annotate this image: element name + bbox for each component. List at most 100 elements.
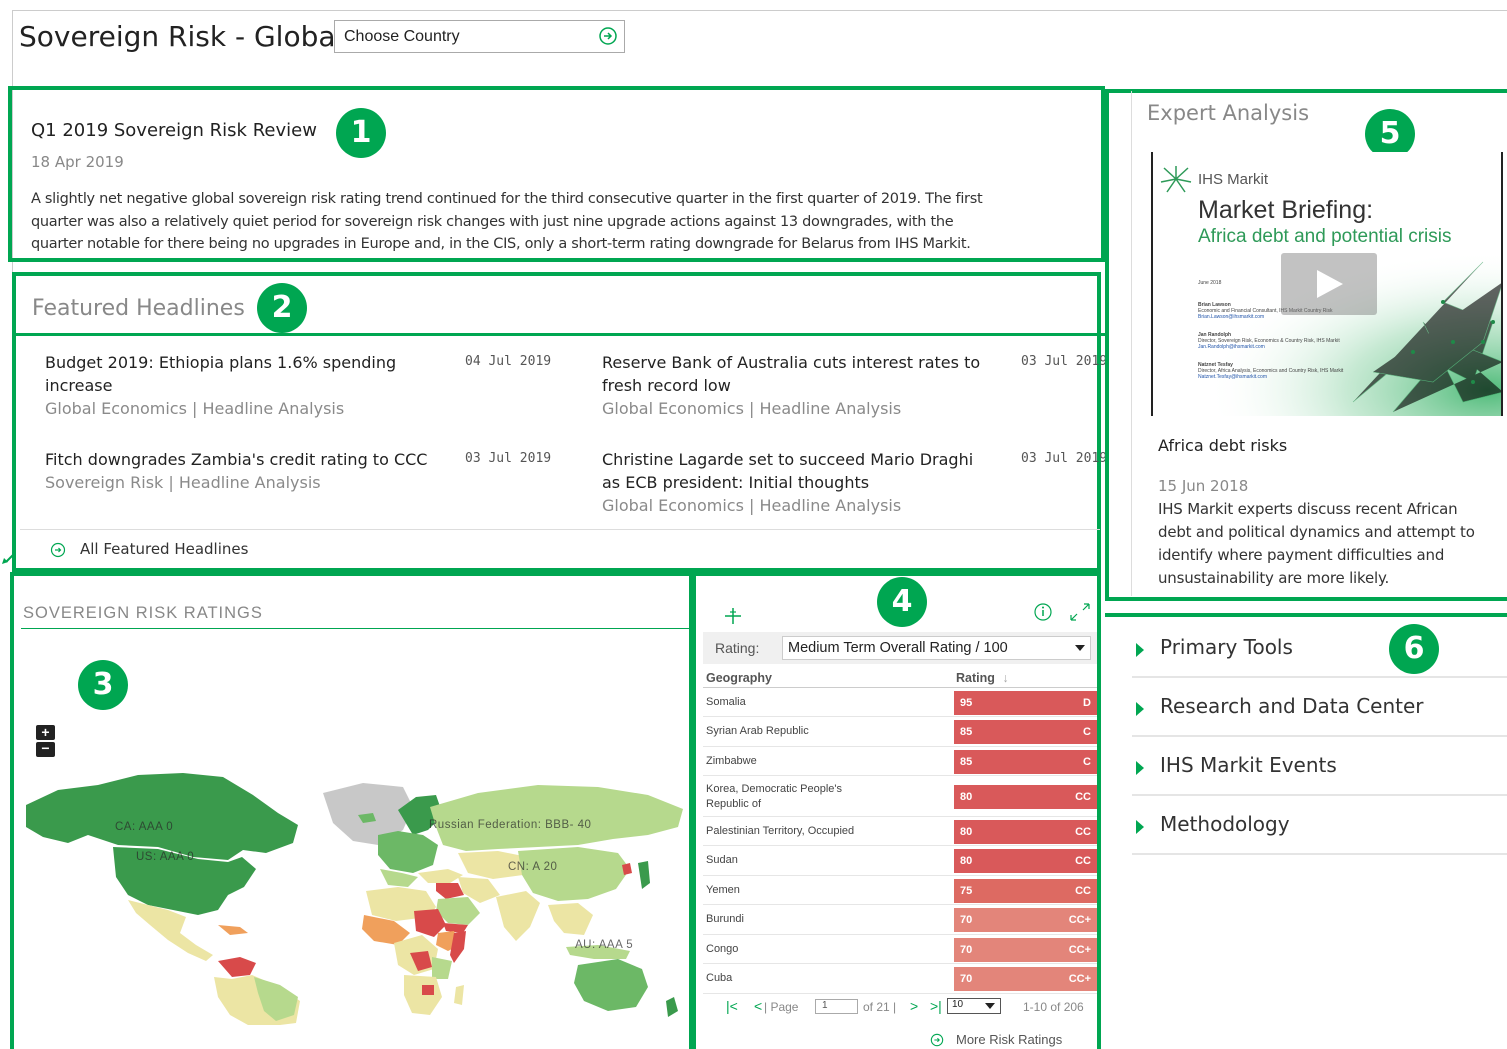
geography-name: Congo bbox=[706, 943, 739, 955]
page-range: 1-10 of 206 bbox=[1023, 1000, 1084, 1014]
map-title-rule bbox=[21, 628, 691, 629]
map-region-japan bbox=[638, 861, 650, 889]
col-header-rating[interactable]: Rating ↓ bbox=[956, 671, 1009, 685]
country-select[interactable]: Choose Country bbox=[334, 20, 625, 53]
table-row[interactable]: Congo 70 CC+ bbox=[703, 935, 1097, 964]
rating-value: 80 bbox=[960, 791, 973, 803]
map-label-us: US: AAA 0 bbox=[136, 851, 195, 863]
rating-grade: C bbox=[1083, 726, 1091, 738]
world-map[interactable] bbox=[18, 765, 690, 1025]
expand-icon[interactable] bbox=[1069, 602, 1091, 622]
table-row[interactable]: Palestinian Territory, Occupied 80 CC bbox=[703, 817, 1097, 846]
prev-page-button[interactable]: < bbox=[754, 998, 762, 1014]
tool-methodology[interactable]: Methodology bbox=[1132, 796, 1507, 855]
geography-name: Syrian Arab Republic bbox=[706, 725, 809, 737]
per-page-select[interactable]: 10 bbox=[947, 998, 1001, 1014]
arrow-circle-icon bbox=[930, 1033, 944, 1047]
map-region-australia bbox=[574, 959, 648, 1011]
headline-title: Budget 2019: Ethiopia plans 1.6% spendin… bbox=[45, 353, 397, 372]
headline-title: Fitch downgrades Zambia's credit rating … bbox=[45, 450, 428, 469]
table-row[interactable]: Somalia 95 D bbox=[703, 688, 1097, 717]
tool-research-data-center[interactable]: Research and Data Center bbox=[1132, 678, 1507, 737]
page-of: of 21 | bbox=[863, 1000, 897, 1014]
desc-line: unsustainability are more likely. bbox=[1158, 569, 1390, 587]
review-body-line: A slightly net negative global sovereign… bbox=[31, 191, 983, 207]
page-label: | Page bbox=[764, 1000, 799, 1014]
desc-line: identify where payment difficulties and bbox=[1158, 546, 1445, 564]
expert-article-date: 15 Jun 2018 bbox=[1158, 477, 1249, 495]
page-input[interactable]: 1 bbox=[815, 999, 858, 1014]
table-row[interactable]: Cuba 70 CC+ bbox=[703, 964, 1097, 994]
per-page-value: 10 bbox=[952, 999, 964, 1010]
headline-item[interactable]: Christine Lagarde set to succeed Mario D… bbox=[602, 448, 1002, 517]
rating-value: 70 bbox=[960, 973, 973, 985]
video-thumbnail[interactable]: IHS Markit Market Briefing: Africa debt … bbox=[1151, 152, 1503, 416]
callout-3: 3 bbox=[78, 660, 128, 710]
map-region-venezuela bbox=[218, 957, 256, 977]
geography-cell: Sudan bbox=[706, 853, 738, 868]
headline-title: Reserve Bank of Australia cuts interest … bbox=[602, 353, 981, 372]
col-header-geography[interactable]: Geography bbox=[706, 671, 772, 685]
rating-value: 70 bbox=[960, 914, 973, 926]
speaker-email: Natznet.Tesfay@ihsmarkit.com bbox=[1198, 374, 1267, 380]
zoom-in-button[interactable]: + bbox=[36, 725, 55, 740]
map-region-madagascar bbox=[454, 985, 464, 1005]
map-region-india bbox=[496, 891, 540, 941]
table-row[interactable]: Korea, Democratic People's Republic of 80 C… bbox=[703, 776, 1097, 817]
info-icon[interactable] bbox=[1033, 602, 1053, 622]
tool-primary-tools[interactable]: Primary Tools bbox=[1132, 619, 1507, 678]
geography-name: Zimbabwe bbox=[706, 755, 757, 767]
rating-grade: CC bbox=[1075, 885, 1091, 897]
play-button[interactable] bbox=[1281, 253, 1377, 315]
table-row[interactable]: Zimbabwe 85 C bbox=[703, 747, 1097, 776]
map-region-russia bbox=[430, 785, 683, 851]
geography-cell: Burundi bbox=[706, 912, 744, 927]
headlines-divider bbox=[20, 529, 1100, 530]
review-title[interactable]: Q1 2019 Sovereign Risk Review bbox=[31, 120, 317, 141]
map-label-ca: CA: AAA 0 bbox=[115, 821, 174, 833]
rating-bar: 70 CC+ bbox=[954, 938, 1097, 962]
expert-article-title[interactable]: Africa debt risks bbox=[1158, 436, 1287, 455]
all-headlines-label: All Featured Headlines bbox=[80, 540, 249, 558]
add-icon[interactable] bbox=[723, 606, 743, 626]
geography-cell: Syrian Arab Republic bbox=[706, 724, 809, 739]
rating-value: 80 bbox=[960, 855, 973, 867]
ihs-logo-icon bbox=[1160, 166, 1192, 193]
next-page-button[interactable]: > bbox=[910, 998, 918, 1014]
table-row[interactable]: Burundi 70 CC+ bbox=[703, 905, 1097, 935]
table-row[interactable]: Yemen 75 CC bbox=[703, 876, 1097, 905]
rating-value: 75 bbox=[960, 885, 973, 897]
headline-item[interactable]: Budget 2019: Ethiopia plans 1.6% spendin… bbox=[45, 351, 465, 420]
headline-item[interactable]: Reserve Bank of Australia cuts interest … bbox=[602, 351, 1002, 420]
table-row[interactable]: Syrian Arab Republic 85 C bbox=[703, 717, 1097, 747]
video-subheading: Africa debt and potential crisis bbox=[1198, 226, 1452, 247]
last-page-button[interactable]: >| bbox=[930, 998, 942, 1014]
geography-name: Yemen bbox=[706, 884, 740, 896]
expert-inner-border bbox=[1131, 91, 1132, 596]
triangle-right-icon bbox=[1136, 643, 1144, 657]
rating-bar: 85 C bbox=[954, 750, 1097, 774]
rating-select[interactable]: Medium Term Overall Rating / 100 bbox=[782, 636, 1091, 660]
geography-cell: Korea, Democratic People's Republic of bbox=[706, 782, 842, 812]
tool-ihs-markit-events[interactable]: IHS Markit Events bbox=[1132, 737, 1507, 796]
map-region-west-europe bbox=[378, 831, 438, 873]
rating-value: 80 bbox=[960, 826, 973, 838]
geography-cell: Zimbabwe bbox=[706, 754, 757, 769]
headlines-title: Featured Headlines bbox=[32, 296, 245, 321]
zoom-out-button[interactable]: − bbox=[36, 741, 55, 757]
map-region-canada bbox=[26, 773, 298, 860]
first-page-button[interactable]: |< bbox=[726, 998, 738, 1014]
headline-title: as ECB president: Initial thoughts bbox=[602, 473, 870, 492]
headline-title: Christine Lagarde set to succeed Mario D… bbox=[602, 450, 974, 469]
table-row[interactable]: Sudan 80 CC bbox=[703, 846, 1097, 876]
headline-date: 03 Jul 2019 bbox=[1021, 451, 1108, 466]
map-region-zimbabwe bbox=[422, 985, 434, 995]
tool-label: Research and Data Center bbox=[1160, 694, 1424, 718]
rating-bar: 75 CC bbox=[954, 879, 1097, 903]
triangle-right-icon bbox=[1136, 761, 1144, 775]
geography-name-cont: Republic of bbox=[706, 798, 762, 810]
geography-name: Sudan bbox=[706, 854, 738, 866]
desc-line: IHS Markit experts discuss recent Africa… bbox=[1158, 500, 1458, 518]
headline-item[interactable]: Fitch downgrades Zambia's credit rating … bbox=[45, 448, 465, 494]
headlines-inner-border bbox=[16, 333, 1108, 336]
